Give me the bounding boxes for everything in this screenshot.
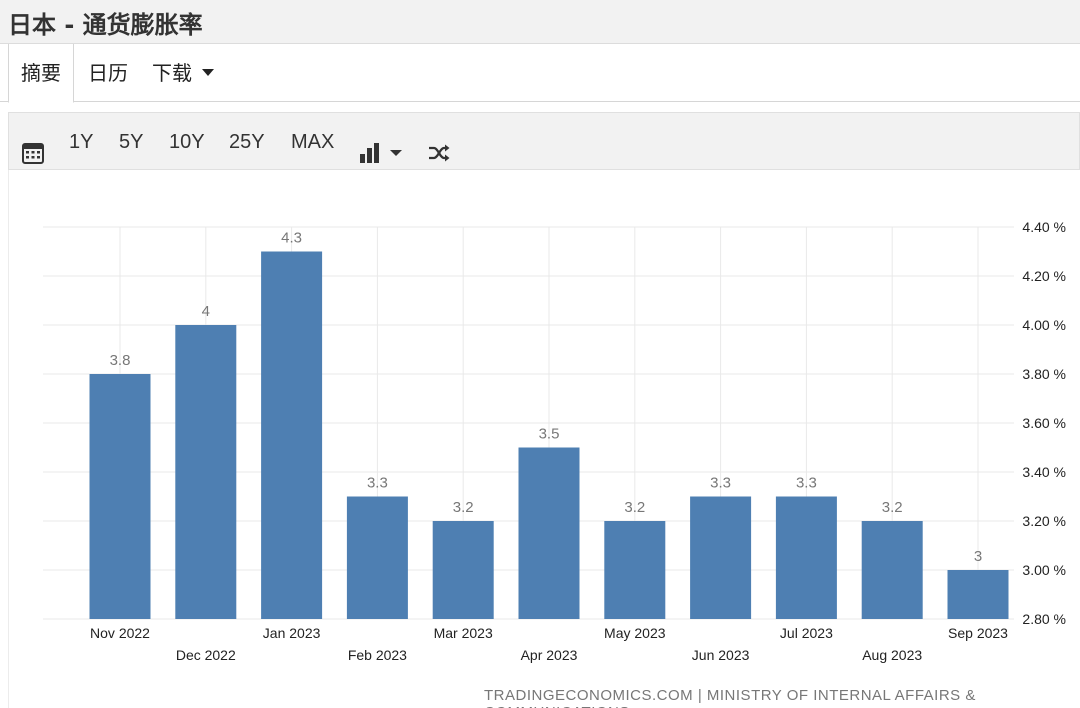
bar	[346, 496, 408, 619]
bar	[861, 521, 923, 619]
bar	[518, 447, 580, 619]
calendar-icon[interactable]	[21, 130, 45, 164]
y-tick-label: 3.40 %	[1022, 464, 1066, 480]
chart-type-button[interactable]	[359, 130, 405, 163]
title-bar: 日本 - 通货膨胀率	[0, 0, 1080, 44]
source-credit: TRADINGECONOMICS.COM | MINISTRY OF INTER…	[484, 687, 976, 708]
data-label: 3.2	[453, 499, 474, 516]
bar	[89, 374, 151, 619]
chart-area: 2.80 % 3.00 % 3.20 % 3.40 % 3.60 % 3.80 % 4.00…	[8, 170, 1080, 708]
bar	[432, 521, 494, 619]
data-label: 4.3	[281, 230, 302, 247]
data-label: 3.3	[710, 475, 731, 492]
x-tick-label: Feb 2023	[348, 647, 407, 663]
y-tick-label: 4.40 %	[1022, 219, 1066, 235]
shuffle-icon[interactable]	[427, 130, 451, 162]
range-max-button[interactable]: MAX	[291, 113, 334, 171]
data-label: 3	[974, 548, 982, 565]
x-tick-label: Sep 2023	[948, 625, 1008, 641]
range-10y-button[interactable]: 10Y	[169, 113, 205, 171]
x-tick-label: May 2023	[604, 625, 666, 641]
tab-calendar[interactable]: 日历	[88, 44, 128, 102]
y-tick-label: 4.20 %	[1022, 268, 1066, 284]
y-tick-label: 4.00 %	[1022, 317, 1066, 333]
y-tick-label: 3.60 %	[1022, 415, 1066, 431]
bar	[690, 496, 752, 619]
x-tick-label: Aug 2023	[862, 647, 922, 663]
chart-toolbar: 1Y 5Y 10Y 25Y MAX	[8, 112, 1080, 170]
x-tick-label: Dec 2022	[176, 647, 236, 663]
y-tick-label: 3.80 %	[1022, 366, 1066, 382]
x-tick-label: Jun 2023	[692, 647, 750, 663]
bar	[261, 251, 323, 619]
y-tick-label: 2.80 %	[1022, 611, 1066, 627]
data-label: 3.3	[367, 475, 388, 492]
range-1y-button[interactable]: 1Y	[69, 113, 93, 171]
tab-download-label: 下载	[152, 61, 192, 85]
x-tick-label: Apr 2023	[521, 647, 578, 663]
x-tick-label: Jan 2023	[263, 625, 321, 641]
data-label: 4	[202, 303, 210, 320]
bar	[175, 325, 237, 619]
y-tick-label: 3.20 %	[1022, 513, 1066, 529]
range-25y-button[interactable]: 25Y	[229, 113, 265, 171]
bar-chart: 2.80 % 3.00 % 3.20 % 3.40 % 3.60 % 3.80 % 4.00…	[43, 219, 1066, 663]
data-label: 3.5	[539, 426, 560, 443]
data-label: 3.3	[796, 475, 817, 492]
bar-chart-icon	[360, 143, 379, 163]
range-5y-button[interactable]: 5Y	[119, 113, 143, 171]
x-tick-label: Jul 2023	[780, 625, 833, 641]
data-label: 3.2	[882, 499, 903, 516]
tab-download[interactable]: 下载	[152, 44, 214, 102]
data-label: 3.8	[110, 352, 131, 369]
caret-down-icon	[202, 69, 214, 76]
data-label: 3.2	[624, 499, 645, 516]
tab-bar: 摘要 日历 下载	[0, 44, 1080, 103]
bar	[947, 570, 1009, 619]
y-tick-label: 3.00 %	[1022, 562, 1066, 578]
bar	[604, 521, 666, 619]
tab-summary[interactable]: 摘要	[8, 44, 74, 103]
bar	[775, 496, 837, 619]
x-tick-label: Nov 2022	[90, 625, 150, 641]
x-tick-label: Mar 2023	[434, 625, 493, 641]
chevron-down-icon	[390, 150, 402, 156]
page-title: 日本 - 通货膨胀率	[8, 11, 203, 39]
